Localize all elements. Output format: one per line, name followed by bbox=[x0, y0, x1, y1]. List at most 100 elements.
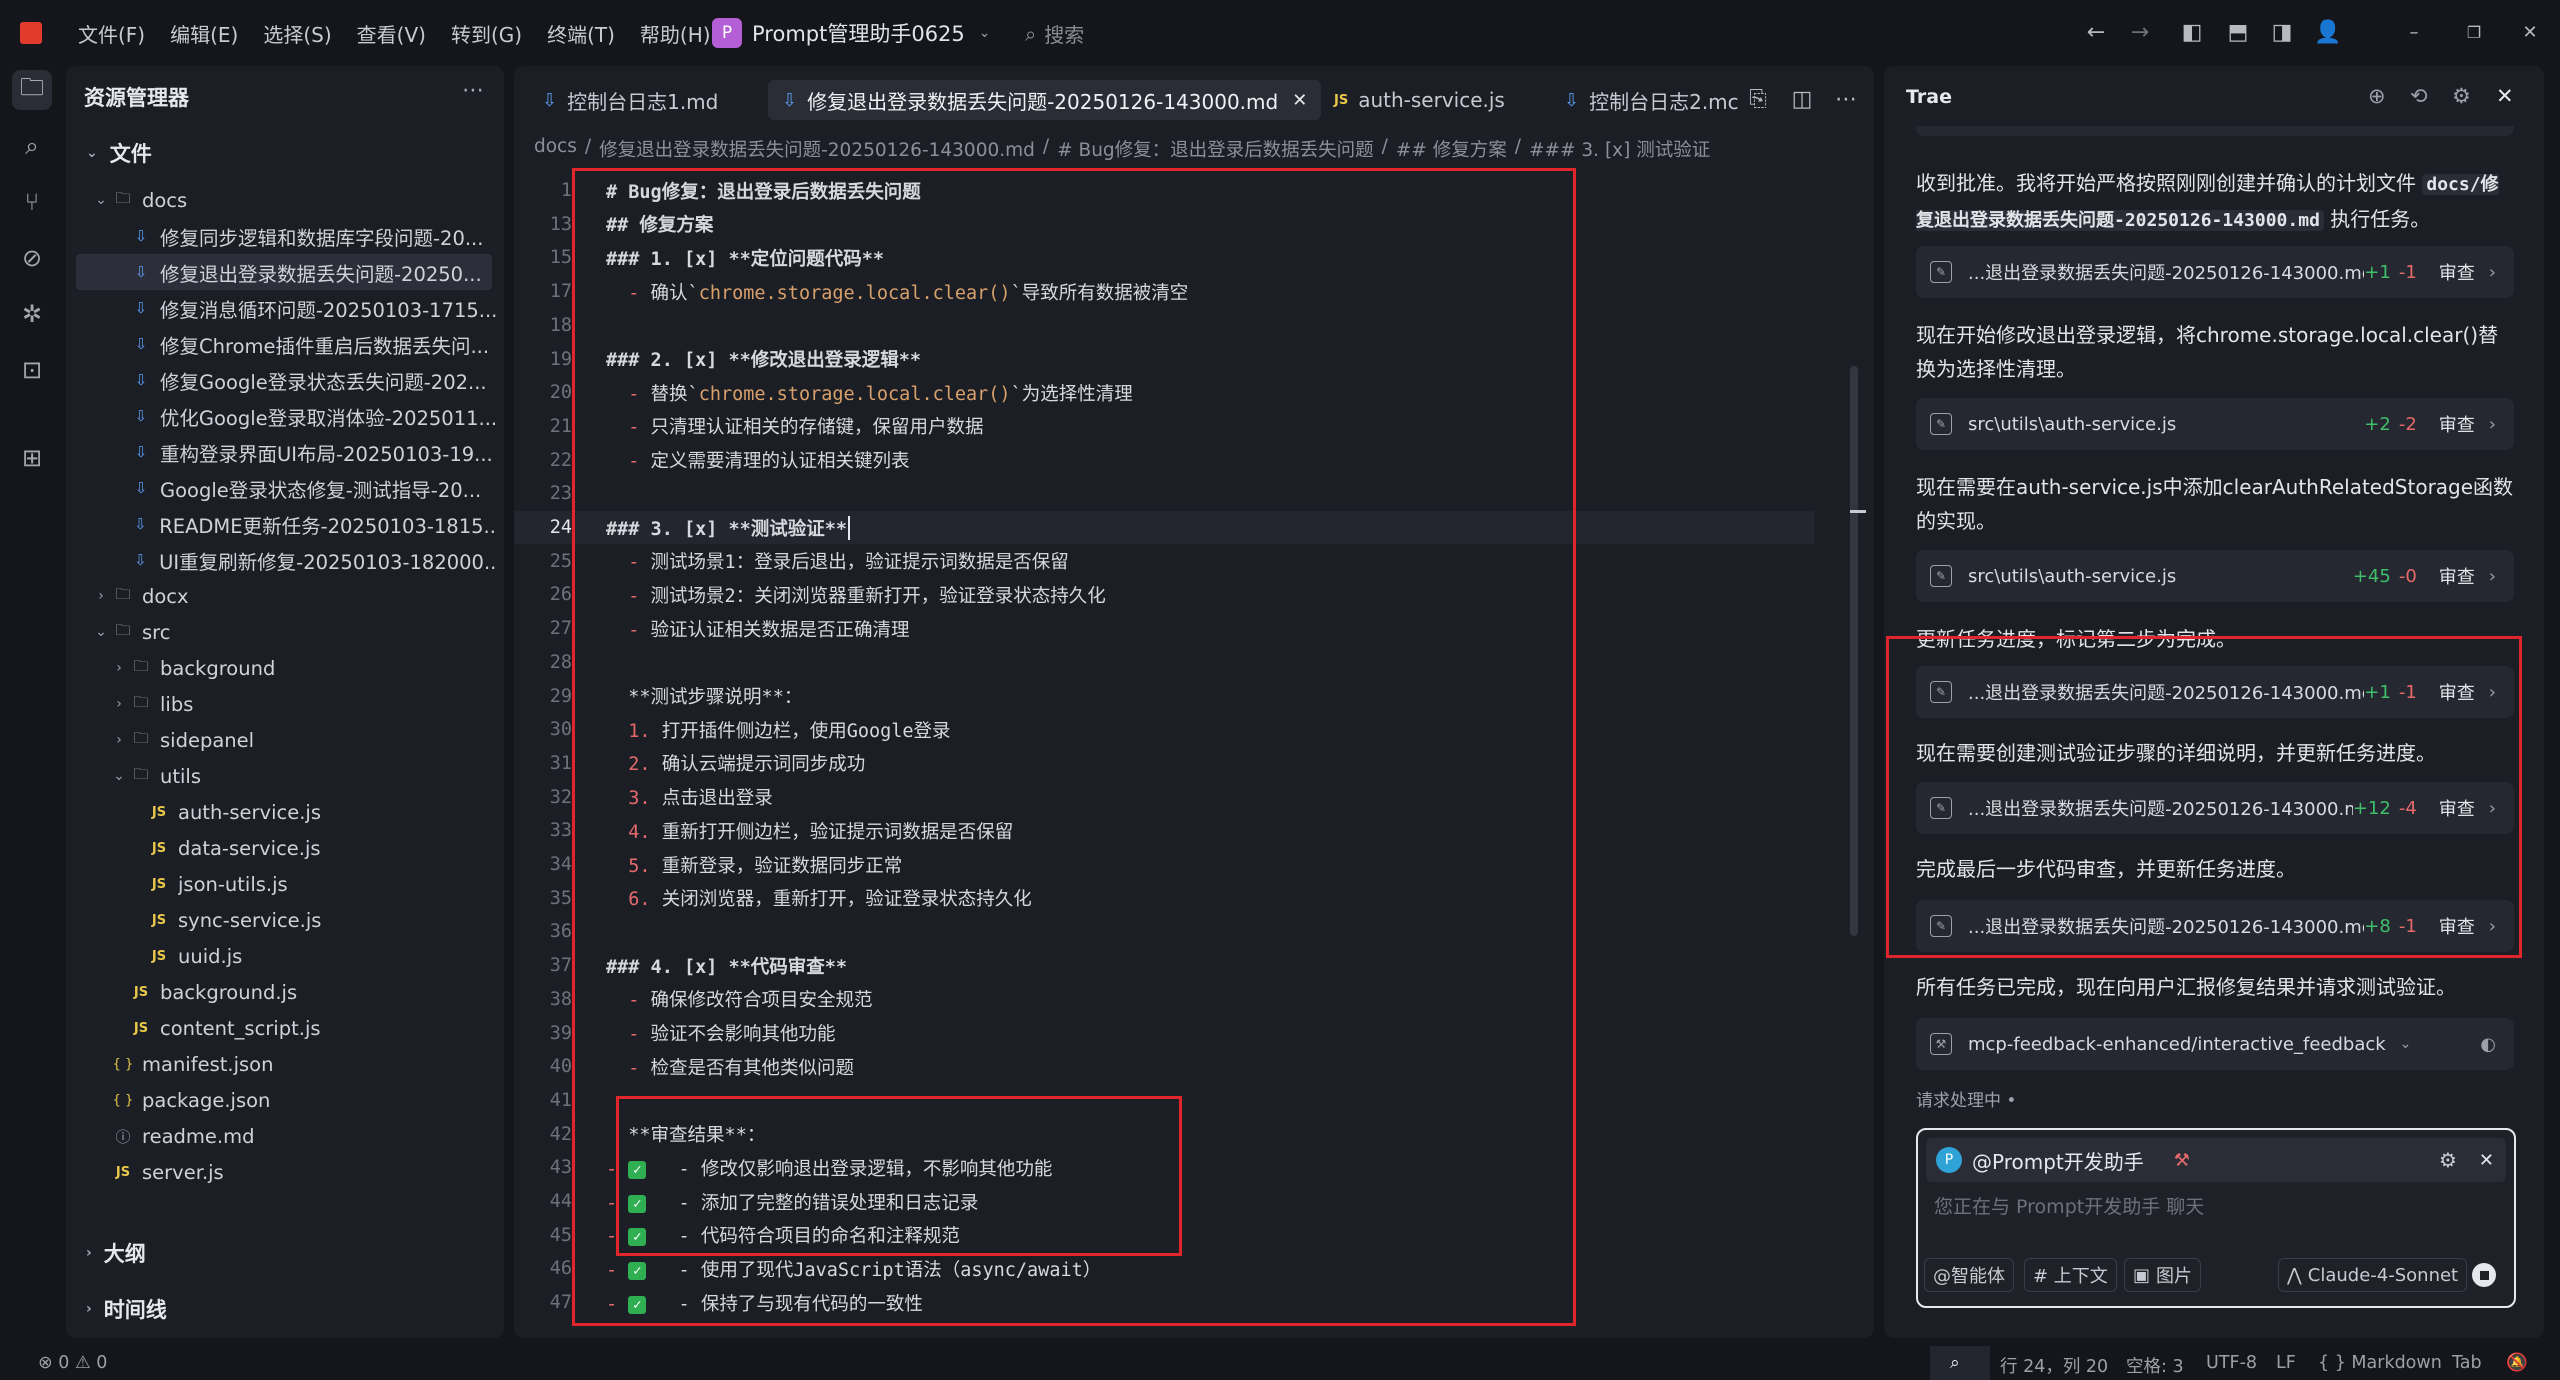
tree-folder[interactable]: ⌄ 🗀 src bbox=[66, 614, 496, 650]
breadcrumb-item[interactable]: # Bug修复：退出登录后数据丢失问题 bbox=[1057, 136, 1374, 162]
breadcrumb-item[interactable]: ## 修复方案 bbox=[1396, 136, 1507, 162]
more-icon[interactable]: ⋯ bbox=[462, 78, 484, 103]
tree-file[interactable]: ⇩ 修复Google登录状态丢失问题-202... bbox=[66, 362, 496, 398]
language-mode[interactable]: { } Markdown bbox=[2318, 1353, 2442, 1373]
end-of-line[interactable]: LF bbox=[2276, 1353, 2296, 1373]
file-change-card[interactable]: ✎ ...退出登录数据丢失问题-20250126-143000.md +1 -1… bbox=[1916, 246, 2514, 298]
back-arrow-icon[interactable]: ← bbox=[2082, 18, 2110, 46]
tree-file[interactable]: JS background.js bbox=[66, 974, 496, 1010]
more-actions-icon[interactable]: ⋯ bbox=[1832, 85, 1860, 113]
breadcrumb-item[interactable]: 修复退出登录数据丢失问题-20250126-143000.md bbox=[599, 136, 1035, 162]
section-timeline[interactable]: › 时间线 bbox=[86, 1294, 167, 1324]
tree-file[interactable]: JS data-service.js bbox=[66, 830, 496, 866]
tree-file[interactable]: { } package.json bbox=[66, 1082, 496, 1118]
explorer-icon[interactable]: 🗀 bbox=[12, 70, 52, 110]
agent-settings-icon[interactable]: ⚙ bbox=[2439, 1148, 2457, 1172]
source-control-icon[interactable]: ⑂ bbox=[12, 182, 52, 222]
account-icon[interactable]: 👤 bbox=[2314, 18, 2342, 46]
menu-select[interactable]: 选择(S) bbox=[263, 19, 331, 48]
toggle-aux-sidebar-icon[interactable]: ◨ bbox=[2268, 18, 2296, 46]
review-button[interactable]: 审查 bbox=[2439, 259, 2475, 285]
tree-file[interactable]: JS server.js bbox=[66, 1154, 496, 1190]
tree-file[interactable]: ⇩ 修复退出登录数据丢失问题-20250... bbox=[76, 254, 492, 290]
tree-folder[interactable]: › 🗀 libs bbox=[66, 686, 496, 722]
tool-call-card[interactable]: ⚒ mcp-feedback-enhanced/interactive_feed… bbox=[1916, 1018, 2514, 1070]
search-icon[interactable]: ⌕ bbox=[12, 126, 52, 166]
tree-file[interactable]: ⇩ 修复同步逻辑和数据库字段问题-20... bbox=[66, 218, 496, 254]
agent-chip[interactable]: @智能体 bbox=[1924, 1258, 2014, 1292]
toggle-sidebar-icon[interactable]: ◧ bbox=[2178, 18, 2206, 46]
tab-console-log-2[interactable]: ⇩ 控制台日志2.mc bbox=[1550, 80, 1753, 120]
menu-terminal[interactable]: 终端(T) bbox=[547, 19, 615, 48]
split-editor-icon[interactable]: ◫ bbox=[1788, 85, 1816, 113]
history-icon[interactable]: ⟲ bbox=[2410, 84, 2428, 108]
tree-folder[interactable]: ⌄ 🗀 docs bbox=[66, 182, 496, 218]
close-window-icon[interactable]: ✕ bbox=[2516, 18, 2544, 46]
section-files[interactable]: ⌄ 文件 bbox=[86, 138, 152, 168]
tree-folder[interactable]: › 🗀 sidepanel bbox=[66, 722, 496, 758]
tree-folder[interactable]: ⌄ 🗀 utils bbox=[66, 758, 496, 794]
review-button[interactable]: 审查 bbox=[2439, 563, 2475, 589]
tab-bugfix-md[interactable]: ⇩ 修复退出登录数据丢失问题-20250126-143000.md ✕ bbox=[768, 80, 1322, 120]
image-chip[interactable]: ▣ 图片 bbox=[2124, 1258, 2202, 1292]
tree-folder[interactable]: › 🗀 background bbox=[66, 650, 496, 686]
agent-selector[interactable]: P @Prompt开发助手 ⚒ ⚙ ✕ bbox=[1926, 1138, 2506, 1182]
breadcrumb-item[interactable]: ### 3. [x] 测试验证 bbox=[1529, 136, 1710, 162]
tree-file[interactable]: ⇩ Google登录状态修复-测试指导-20... bbox=[66, 470, 496, 506]
extensions-icon[interactable]: ⊞ bbox=[12, 438, 52, 478]
stop-button[interactable] bbox=[2472, 1263, 2496, 1287]
problems-indicator[interactable]: ⊗ 0 ⚠ 0 bbox=[38, 1353, 107, 1373]
zoom-button[interactable] bbox=[1930, 1346, 1990, 1380]
settings-gear-icon[interactable]: ⚙ bbox=[2452, 84, 2471, 108]
section-outline[interactable]: › 大纲 bbox=[86, 1238, 146, 1268]
global-search[interactable]: ⌕ 搜索 bbox=[1025, 19, 1084, 48]
minimize-icon[interactable]: – bbox=[2400, 18, 2428, 46]
tree-file[interactable]: ⇩ 修复Chrome插件重启后数据丢失问... bbox=[66, 326, 496, 362]
tree-file[interactable]: ⇩ UI重复刷新修复-20250103-182000... bbox=[66, 542, 496, 578]
notifications-bell-icon[interactable]: 🔕 bbox=[2506, 1353, 2528, 1373]
context-chip[interactable]: # 上下文 bbox=[2024, 1258, 2117, 1292]
restore-icon[interactable]: ❐ bbox=[2460, 18, 2488, 46]
open-preview-icon[interactable]: ⎘ bbox=[1744, 85, 1772, 113]
menu-help[interactable]: 帮助(H) bbox=[640, 19, 711, 48]
remote-explorer-icon[interactable]: ⊡ bbox=[12, 350, 52, 390]
debug-icon[interactable]: ✲ bbox=[12, 294, 52, 334]
file-change-card[interactable]: ✎ src\utils\auth-service.js +45 -0 审查 › bbox=[1916, 550, 2514, 602]
forward-arrow-icon[interactable]: → bbox=[2126, 18, 2154, 46]
tree-file[interactable]: JS json-utils.js bbox=[66, 866, 496, 902]
encoding[interactable]: UTF-8 bbox=[2206, 1353, 2257, 1373]
toggle-panel-icon[interactable]: ⬒ bbox=[2224, 18, 2252, 46]
tree-file[interactable]: JS auth-service.js bbox=[66, 794, 496, 830]
close-tab-icon[interactable]: ✕ bbox=[1292, 90, 1307, 111]
breadcrumb-item[interactable]: docs bbox=[534, 136, 577, 162]
tab-console-log-1[interactable]: ⇩ 控制台日志1.md bbox=[528, 80, 732, 120]
file-change-card[interactable]: ✎ src\utils\auth-service.js +2 -2 审查 › bbox=[1916, 398, 2514, 450]
tree-file[interactable]: ⇩ README更新任务-20250103-1815... bbox=[66, 506, 496, 542]
tree-file[interactable]: ⇩ 重构登录界面UI布局-20250103-19... bbox=[66, 434, 496, 470]
agent-edit-icon[interactable]: ⚒ bbox=[2174, 1150, 2190, 1171]
tree-file[interactable]: JS content_script.js bbox=[66, 1010, 496, 1046]
tree-file[interactable]: ⓘ readme.md bbox=[66, 1118, 496, 1154]
tab-auth-service[interactable]: JS auth-service.js bbox=[1320, 80, 1519, 120]
tree-file[interactable]: JS sync-service.js bbox=[66, 902, 496, 938]
tree-file[interactable]: JS uuid.js bbox=[66, 938, 496, 974]
tree-file[interactable]: { } manifest.json bbox=[66, 1046, 496, 1082]
review-button[interactable]: 审查 bbox=[2439, 411, 2475, 437]
close-agent-icon[interactable]: ✕ bbox=[2479, 1150, 2494, 1171]
tree-folder[interactable]: › 🗀 docx bbox=[66, 578, 496, 614]
tab-mode[interactable]: Tab bbox=[2452, 1353, 2482, 1373]
chat-placeholder[interactable]: 您正在与 Prompt开发助手 聊天 bbox=[1934, 1192, 2204, 1219]
vertical-scrollbar[interactable] bbox=[1850, 366, 1858, 936]
model-selector[interactable]: ⋀ Claude-4-Sonnet bbox=[2278, 1258, 2468, 1292]
menu-edit[interactable]: 编辑(E) bbox=[170, 19, 238, 48]
remote-icon[interactable]: ⊘ bbox=[12, 238, 52, 278]
menu-file[interactable]: 文件(F) bbox=[78, 19, 145, 48]
tree-file[interactable]: ⇩ 修复消息循环问题-20250103-1715... bbox=[66, 290, 496, 326]
cursor-position[interactable]: 行 24，列 20 bbox=[2000, 1353, 2108, 1378]
menu-goto[interactable]: 转到(G) bbox=[451, 19, 522, 48]
close-panel-icon[interactable]: ✕ bbox=[2496, 84, 2514, 108]
chat-input-box[interactable]: P @Prompt开发助手 ⚒ ⚙ ✕ 您正在与 Prompt开发助手 聊天 @… bbox=[1916, 1128, 2516, 1308]
indentation[interactable]: 空格: 3 bbox=[2126, 1353, 2184, 1378]
tree-file[interactable]: ⇩ 优化Google登录取消体验-2025011... bbox=[66, 398, 496, 434]
menu-view[interactable]: 查看(V) bbox=[357, 19, 426, 48]
